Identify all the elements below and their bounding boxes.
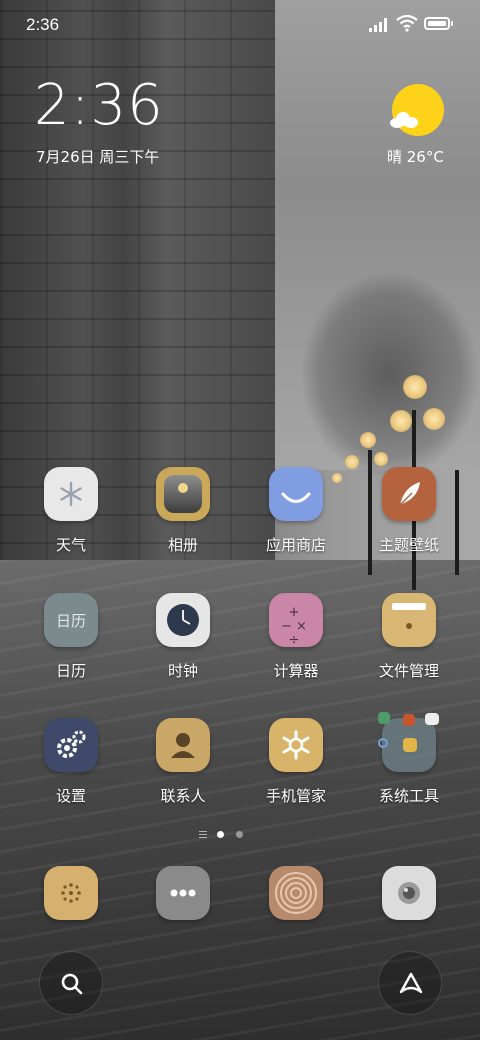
dock-phone[interactable] — [21, 866, 121, 920]
cloud-icon — [390, 112, 420, 128]
calculator-icon: +−×÷ — [269, 593, 323, 648]
assistant-icon — [399, 972, 423, 994]
app-calendar[interactable]: 日历 日历 — [21, 593, 121, 681]
system-tools-folder-icon — [378, 712, 439, 772]
street-lamp — [390, 410, 412, 432]
security-manager-icon — [269, 718, 323, 772]
phone-keypad-icon — [44, 866, 98, 920]
app-label: 主题壁纸 — [378, 536, 439, 554]
browser-icon — [269, 866, 323, 920]
street-lamp — [374, 452, 388, 466]
signal-icon — [369, 18, 391, 32]
battery-icon — [424, 17, 450, 30]
app-label: 联系人 — [160, 787, 206, 805]
app-security-manager[interactable]: 手机管家 — [246, 718, 346, 806]
app-label: 文件管理 — [378, 662, 439, 680]
theme-feather-icon — [382, 467, 436, 521]
app-label: 应用商店 — [265, 536, 326, 554]
calculator-icon-text: +−×÷ — [281, 605, 311, 648]
app-label: 计算器 — [273, 662, 319, 680]
clock-widget-time[interactable]: 2:36 — [34, 78, 164, 134]
battery-tip — [451, 21, 453, 26]
status-time: 2:36 — [26, 15, 60, 34]
status-bar: 2:36 — [0, 0, 480, 50]
app-app-store[interactable]: 应用商店 — [246, 467, 346, 555]
app-weather[interactable]: 天气 — [21, 467, 121, 555]
page-indicator-menu-icon — [199, 831, 207, 838]
clock-icon — [156, 593, 210, 647]
wifi-icon — [396, 14, 418, 32]
app-settings[interactable]: 设置 — [21, 718, 121, 806]
weather-condition-temp[interactable]: 晴 26°C — [387, 146, 444, 167]
app-file-manager[interactable]: 文件管理 — [359, 593, 459, 681]
street-lamp — [345, 455, 359, 469]
app-label: 天气 — [55, 536, 86, 554]
sunny-cloud-icon[interactable] — [392, 84, 444, 136]
file-manager-icon — [382, 593, 436, 647]
app-label: 手机管家 — [265, 787, 326, 805]
page-dot-active — [217, 831, 224, 838]
calendar-icon-text: 日历 — [55, 612, 86, 630]
clock-widget-date[interactable]: 7月26日 周三下午 — [36, 146, 159, 167]
page-dot — [236, 831, 243, 838]
street-lamp — [403, 375, 427, 399]
street-lamp — [423, 408, 445, 430]
settings-gear-icon — [44, 718, 98, 772]
app-label: 设置 — [55, 787, 86, 805]
assistant-button[interactable] — [378, 951, 442, 1015]
app-theme-wallpaper[interactable]: 主题壁纸 — [359, 467, 459, 555]
contacts-icon — [156, 718, 210, 772]
app-store-icon — [269, 467, 323, 521]
app-system-tools-folder[interactable]: 系统工具 — [359, 712, 459, 806]
street-lamp — [360, 432, 376, 448]
app-contacts[interactable]: 联系人 — [133, 718, 233, 806]
app-label: 相册 — [167, 536, 198, 554]
weather-snowflake-icon — [44, 467, 98, 521]
calendar-icon: 日历 — [44, 593, 98, 647]
app-clock[interactable]: 时钟 — [133, 593, 233, 681]
wallpaper-tree — [300, 270, 480, 480]
page-indicator[interactable] — [199, 829, 249, 841]
dock-camera[interactable] — [359, 866, 459, 920]
dock-messages[interactable] — [133, 866, 233, 920]
search-icon — [61, 973, 83, 995]
app-calculator[interactable]: +−×÷ 计算器 — [246, 593, 346, 681]
gallery-icon — [156, 467, 210, 521]
messages-icon — [156, 866, 210, 920]
app-label: 系统工具 — [378, 787, 439, 805]
app-label: 日历 — [55, 662, 86, 680]
camera-icon — [382, 866, 436, 920]
app-label: 时钟 — [167, 662, 198, 680]
dock-browser[interactable] — [246, 866, 346, 920]
search-button[interactable] — [39, 951, 103, 1015]
app-gallery[interactable]: 相册 — [133, 467, 233, 555]
